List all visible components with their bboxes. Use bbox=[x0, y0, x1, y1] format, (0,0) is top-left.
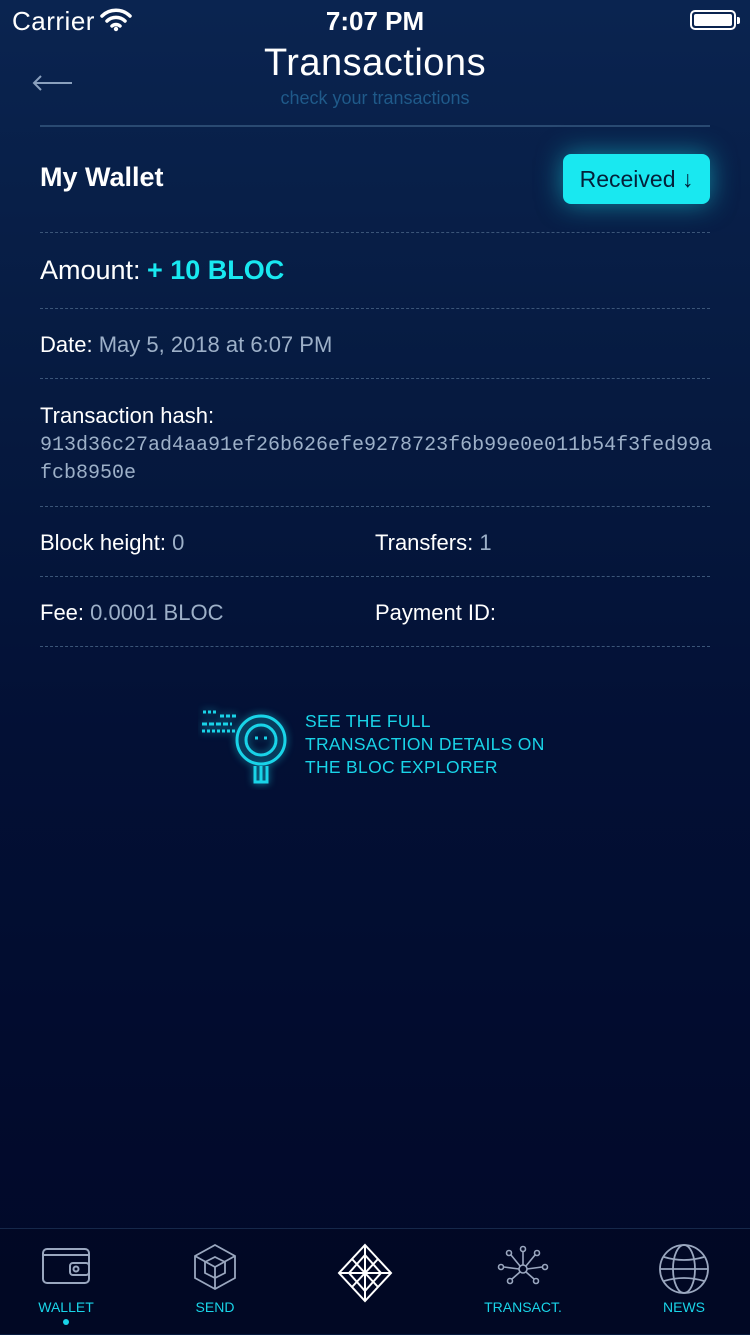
tab-transactions-label: TRANSACT. bbox=[484, 1299, 562, 1315]
wallet-name: My Wallet bbox=[40, 162, 164, 192]
row-divider bbox=[40, 506, 710, 507]
row-divider bbox=[40, 646, 710, 647]
page-subtitle: check your transactions bbox=[280, 88, 470, 108]
row-divider bbox=[40, 576, 710, 577]
payment-id-row: Payment ID: bbox=[375, 600, 496, 626]
payment-id-label: Payment ID: bbox=[375, 600, 497, 625]
bloc-explorer-link[interactable]: SEE THE FULL TRANSACTION DETAILS ON THE … bbox=[198, 700, 558, 790]
page-title: Transactions bbox=[263, 42, 487, 84]
amount-label: Amount: bbox=[40, 255, 141, 285]
hash-value[interactable]: 913d36c27ad4aa91ef26b626efe9278723f6b99e… bbox=[40, 432, 715, 488]
row-divider bbox=[40, 378, 710, 379]
received-label: Received ↓ bbox=[579, 165, 694, 192]
globe-icon bbox=[659, 1244, 709, 1294]
send-cube-icon bbox=[194, 1243, 236, 1291]
row-divider bbox=[40, 232, 710, 233]
tab-wallet[interactable]: WALLET bbox=[6, 1229, 126, 1335]
battery-icon bbox=[690, 10, 740, 30]
tab-wallet-label: WALLET bbox=[38, 1299, 94, 1315]
status-bar: Carrier 7:07 PM bbox=[0, 0, 750, 40]
bloc-logo-icon bbox=[337, 1243, 393, 1303]
explorer-link-text: SEE THE FULL TRANSACTION DETAILS ON THE … bbox=[305, 711, 545, 777]
tab-transactions[interactable]: TRANSACT. bbox=[463, 1229, 583, 1335]
fee-row: Fee: 0.0001 BLOC bbox=[40, 600, 223, 626]
fee-value: 0.0001 BLOC bbox=[90, 600, 224, 625]
tab-send[interactable]: SEND bbox=[155, 1229, 275, 1335]
active-tab-indicator bbox=[63, 1319, 69, 1325]
status-time: 7:07 PM bbox=[325, 6, 425, 36]
magnifier-icon bbox=[202, 710, 287, 784]
network-nodes-icon bbox=[497, 1245, 549, 1285]
row-divider bbox=[40, 308, 710, 309]
tab-news[interactable]: NEWS bbox=[624, 1229, 744, 1335]
hash-label: Transaction hash: bbox=[40, 403, 215, 428]
block-height-value: 0 bbox=[172, 530, 185, 555]
date-value: May 5, 2018 at 6:07 PM bbox=[98, 332, 333, 357]
wallet-icon bbox=[42, 1248, 90, 1284]
transfers-value: 1 bbox=[479, 530, 492, 555]
block-height-row: Block height: 0 bbox=[40, 530, 184, 556]
date-label: Date: bbox=[40, 332, 99, 357]
transfers-label: Transfers: bbox=[375, 530, 480, 555]
tab-send-label: SEND bbox=[195, 1299, 235, 1315]
tab-home[interactable] bbox=[305, 1229, 425, 1335]
header-divider bbox=[40, 125, 710, 127]
transfers-row: Transfers: 1 bbox=[375, 530, 492, 556]
received-direction-button[interactable]: Received ↓ bbox=[563, 154, 710, 204]
fee-label: Fee: bbox=[40, 600, 91, 625]
amount-value: + 10 BLOC bbox=[147, 255, 285, 285]
block-height-label: Block height: bbox=[40, 530, 173, 555]
tab-news-label: NEWS bbox=[663, 1299, 705, 1315]
tab-bar: WALLET SEND TRANSACT. NEWS bbox=[0, 1228, 750, 1335]
date-row: Date: May 5, 2018 at 6:07 PM bbox=[40, 332, 332, 358]
